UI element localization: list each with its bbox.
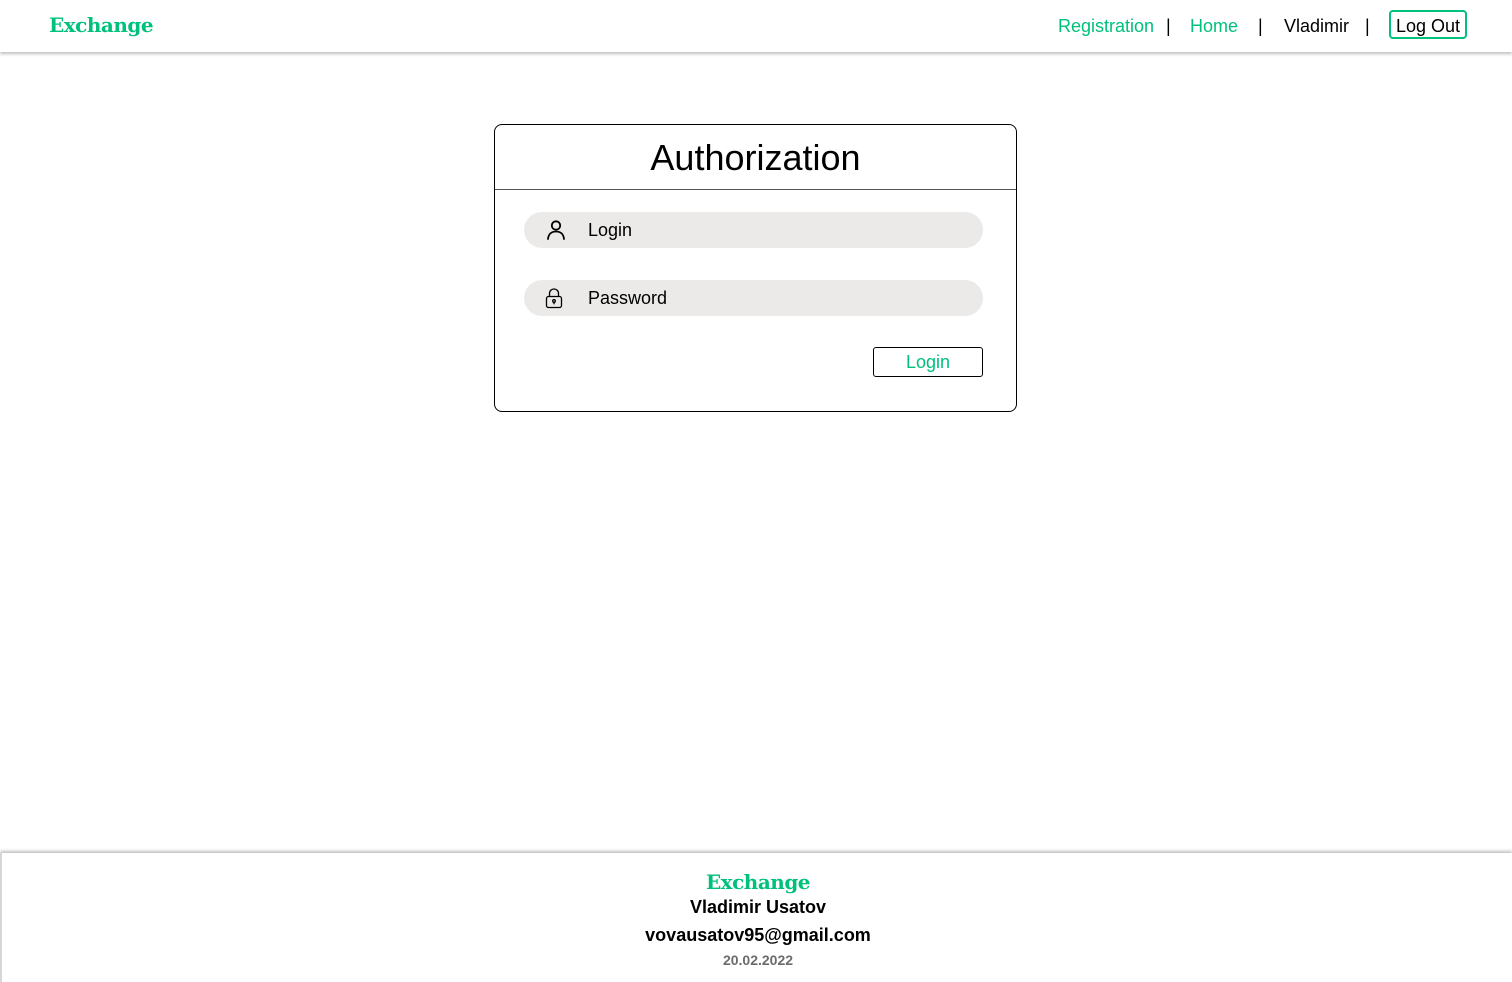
footer-email: vovausatov95@gmail.com xyxy=(645,925,871,945)
header-logo[interactable]: Exchange xyxy=(49,13,154,37)
header-nav: Registration xyxy=(1058,0,1154,52)
password-input[interactable] xyxy=(588,280,968,316)
footer-logo: Exchange xyxy=(705,870,811,894)
user-icon xyxy=(544,218,568,242)
page: Exchange Registration | Home | Vladimir … xyxy=(0,0,1512,982)
lock-icon xyxy=(542,286,566,310)
nav-username: Vladimir xyxy=(1284,15,1350,36)
nav-registration-link[interactable]: Registration xyxy=(1058,16,1154,37)
top-header: Exchange Registration | Home | Vladimir … xyxy=(0,0,1512,52)
login-field[interactable] xyxy=(524,212,983,248)
nav-home-link[interactable]: Home xyxy=(1190,0,1238,52)
nav-separator: | xyxy=(1365,15,1370,36)
login-input[interactable] xyxy=(588,212,968,248)
footer-author-name: Vladimir Usatov xyxy=(689,897,827,917)
nav-separator: | xyxy=(1166,15,1171,36)
nav-separator: | xyxy=(1258,15,1263,36)
password-field[interactable] xyxy=(524,280,983,316)
login-submit-button[interactable]: Login xyxy=(873,347,983,377)
footer-date: 20.02.2022 xyxy=(722,952,794,968)
logout-button[interactable]: Log Out xyxy=(1389,10,1467,39)
authorization-card: Authorization Login xyxy=(494,124,1017,412)
authorization-title: Authorization xyxy=(495,125,1016,190)
footer: Exchange Vladimir Usatov vovausatov95@gm… xyxy=(0,853,1512,982)
